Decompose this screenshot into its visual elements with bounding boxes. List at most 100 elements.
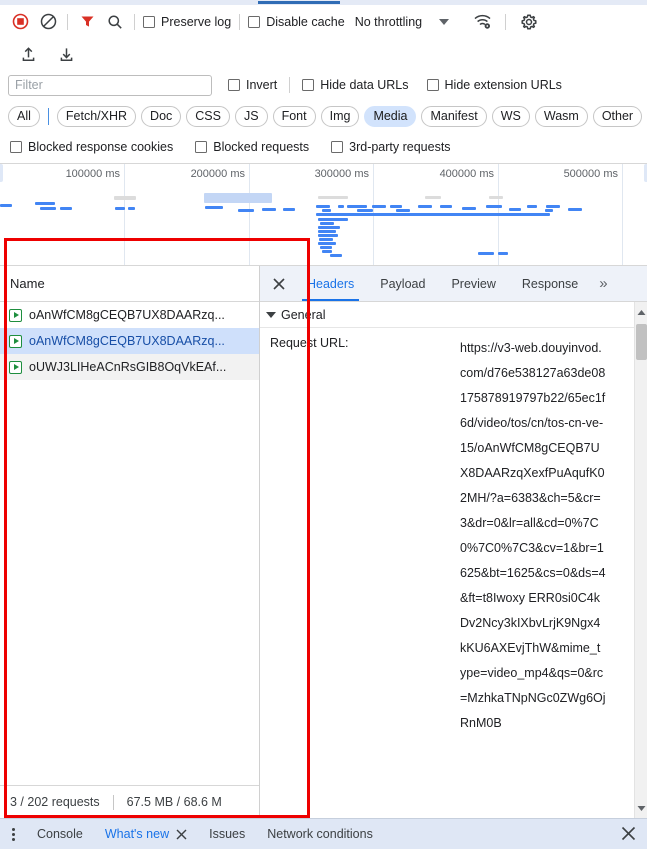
- request-name: oAnWfCM8gCEQB7UX8DAARzq...: [29, 308, 225, 322]
- scroll-thumb[interactable]: [636, 324, 647, 360]
- overview-bar: [498, 252, 508, 255]
- overview-bar: [283, 208, 295, 211]
- media-icon: [9, 308, 22, 322]
- overview-bar: [319, 238, 333, 241]
- more-tools-icon[interactable]: [0, 827, 26, 841]
- search-icon[interactable]: [101, 8, 129, 36]
- overview-bar: [40, 207, 56, 210]
- overview-bar: [316, 213, 550, 216]
- type-filter-doc[interactable]: Doc: [141, 105, 182, 127]
- table-row[interactable]: oAnWfCM8gCEQB7UX8DAARzq...: [0, 328, 259, 354]
- overview-tick-label: 300000 ms: [314, 168, 369, 180]
- type-filter-img[interactable]: Img: [320, 105, 360, 127]
- chevron-down-icon[interactable]: [430, 8, 458, 36]
- clear-icon[interactable]: [34, 8, 62, 36]
- blocked-filters: Blocked response cookies Blocked request…: [0, 132, 647, 162]
- request-list-pane: Name oAnWfCM8gCEQB7UX8DAARzq... oAnWfCM8…: [0, 266, 260, 818]
- filter-divider: [289, 77, 291, 93]
- type-filter-fetch-xhr[interactable]: Fetch/XHR: [56, 105, 137, 127]
- preserve-log-checkbox[interactable]: Preserve log: [143, 15, 231, 29]
- hide-data-urls-box[interactable]: [302, 79, 315, 91]
- disable-cache-checkbox[interactable]: Disable cache: [248, 15, 345, 29]
- overview-bar: [330, 254, 342, 257]
- hide-extension-urls-checkbox[interactable]: Hide extension URLs: [426, 78, 562, 92]
- type-filter-manifest[interactable]: Manifest: [421, 105, 487, 127]
- close-whats-new-icon[interactable]: [176, 829, 187, 840]
- overview-tick-label: 500000 ms: [563, 168, 618, 180]
- type-filter-js[interactable]: JS: [234, 105, 268, 127]
- type-filter-all[interactable]: All: [8, 105, 40, 127]
- type-filter-media[interactable]: Media: [364, 105, 417, 127]
- hide-extension-urls-label: Hide extension URLs: [444, 78, 562, 92]
- details-scrollbar[interactable]: [634, 302, 647, 818]
- type-filter-font[interactable]: Font: [272, 105, 316, 127]
- tab-response[interactable]: Response: [509, 266, 591, 301]
- overview-bar: [568, 208, 582, 211]
- tab-preview[interactable]: Preview: [438, 266, 508, 301]
- close-drawer-icon[interactable]: [620, 825, 637, 842]
- third-party-requests-checkbox[interactable]: 3rd-party requests: [331, 140, 451, 154]
- network-panes: Name oAnWfCM8gCEQB7UX8DAARzq... oAnWfCM8…: [0, 266, 647, 818]
- hide-extension-urls-box[interactable]: [426, 79, 439, 91]
- more-tabs-icon[interactable]: »: [591, 266, 614, 301]
- type-filter-wasm[interactable]: Wasm: [534, 105, 588, 127]
- request-list-header[interactable]: Name: [0, 266, 259, 302]
- disable-cache-box[interactable]: [248, 15, 261, 28]
- drawer-tab-issues-label: Issues: [209, 827, 246, 841]
- drawer-tabbar: Console What's new Issues Network condit…: [0, 818, 647, 849]
- network-conditions-icon[interactable]: [468, 8, 496, 36]
- overview-bar: [478, 252, 494, 255]
- overview-tick-label: 200000 ms: [190, 168, 245, 180]
- preserve-log-box[interactable]: [143, 15, 155, 28]
- hide-data-urls-label: Hide data URLs: [320, 78, 409, 92]
- record-icon[interactable]: [6, 8, 34, 36]
- blocked-response-cookies-checkbox[interactable]: Blocked response cookies: [10, 140, 173, 154]
- overview-tick-label: 400000 ms: [439, 168, 494, 180]
- request-rows: oAnWfCM8gCEQB7UX8DAARzq... oAnWfCM8gCEQB…: [0, 302, 259, 785]
- overview-bar: [320, 246, 332, 249]
- hide-data-urls-checkbox[interactable]: Hide data URLs: [302, 78, 409, 92]
- chevron-down-icon: [266, 311, 276, 318]
- blocked-response-cookies-box[interactable]: [10, 141, 22, 153]
- third-party-requests-box[interactable]: [331, 141, 344, 153]
- drawer-tab-network-conditions[interactable]: Network conditions: [256, 827, 384, 841]
- request-url-value[interactable]: https://v3-web.douyinvod.com/d76e538127a…: [460, 336, 610, 736]
- drawer-tab-whats-new-label: What's new: [104, 827, 170, 841]
- overview-bar: [425, 196, 441, 199]
- overview-bar: [204, 193, 272, 203]
- drawer-tab-console[interactable]: Console: [26, 827, 94, 841]
- close-details-icon[interactable]: [264, 266, 294, 301]
- blocked-requests-checkbox[interactable]: Blocked requests: [195, 140, 309, 154]
- filter-icon[interactable]: [73, 8, 101, 36]
- toolbar-divider-4: [505, 13, 507, 30]
- overview-bar: [357, 209, 373, 212]
- general-section-header[interactable]: General: [260, 302, 647, 328]
- drawer-tab-whats-new[interactable]: What's new: [94, 827, 198, 841]
- table-row[interactable]: oUWJ3LIHeACnRsGIB8OqVkEAf...: [0, 354, 259, 380]
- type-filter-ws[interactable]: WS: [491, 105, 530, 127]
- gear-icon[interactable]: [515, 8, 543, 36]
- overview-left-handle[interactable]: [0, 164, 3, 182]
- drawer-tab-network-conditions-label: Network conditions: [267, 827, 373, 841]
- tab-headers[interactable]: Headers: [294, 266, 367, 301]
- blocked-requests-label: Blocked requests: [213, 140, 310, 154]
- import-har-icon[interactable]: [14, 40, 42, 68]
- type-filter-other[interactable]: Other: [592, 105, 643, 127]
- type-filter-css[interactable]: CSS: [186, 105, 230, 127]
- overview-tick-label: 100000 ms: [65, 168, 120, 180]
- invert-checkbox[interactable]: Invert: [228, 78, 277, 92]
- network-overview[interactable]: 100000 ms 200000 ms 300000 ms 400000 ms …: [0, 164, 647, 266]
- export-har-icon[interactable]: [52, 40, 80, 68]
- scroll-up-icon[interactable]: [635, 302, 647, 322]
- scroll-down-icon[interactable]: [635, 798, 647, 818]
- active-panel-indicator: [258, 1, 340, 4]
- overview-bar: [318, 242, 336, 245]
- search-input[interactable]: [8, 74, 212, 96]
- invert-box[interactable]: [228, 79, 240, 91]
- drawer-tab-issues[interactable]: Issues: [198, 827, 256, 841]
- tab-payload[interactable]: Payload: [367, 266, 438, 301]
- throttling-select[interactable]: No throttling: [355, 15, 422, 29]
- table-row[interactable]: oAnWfCM8gCEQB7UX8DAARzq...: [0, 302, 259, 328]
- blocked-requests-box[interactable]: [195, 141, 208, 153]
- overview-bar: [318, 226, 340, 229]
